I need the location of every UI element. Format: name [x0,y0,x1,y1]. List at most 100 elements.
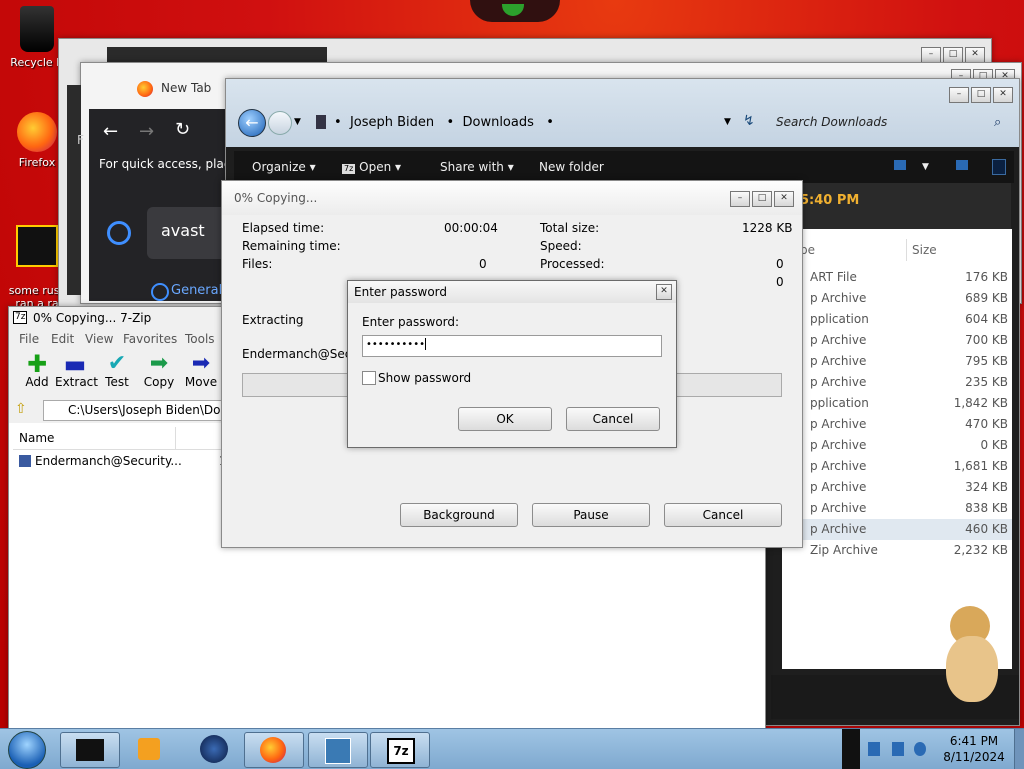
table-row[interactable]: p Archive 689 KB [782,288,1012,309]
pause-button[interactable]: Pause [532,503,650,527]
taskbar-item-7zip[interactable]: 7z [370,732,430,768]
table-row[interactable]: p Archive 470 KB [782,414,1012,435]
minimize-icon[interactable]: – [949,87,969,103]
tray-expand-icon[interactable] [842,729,860,769]
table-row[interactable]: p Archive 1,681 KB [782,456,1012,477]
browser-search-input[interactable]: avast [147,207,229,259]
table-row[interactable]: pplication 604 KB [782,309,1012,330]
search-downloads-input[interactable]: Search Downloads [776,115,887,129]
ok-button[interactable]: OK [458,407,552,431]
search-icon: ⌕ [994,115,1002,130]
menu-favorites[interactable]: Favorites [123,329,177,349]
help-icon[interactable] [992,159,1006,175]
taskbar-item-terminal[interactable] [60,732,120,768]
file-size: 0 KB [980,438,1008,452]
view-icon[interactable] [894,160,906,170]
volume-icon[interactable] [914,742,926,756]
file-type: p Archive [810,480,867,494]
taskbar-item-firefox[interactable] [244,732,304,768]
menu-view[interactable]: View [85,329,113,349]
show-desktop-button[interactable] [1014,729,1024,769]
file-type: pplication [810,312,869,326]
search-icon [151,283,169,301]
preview-pane-icon[interactable] [956,160,968,170]
menu-edit[interactable]: Edit [51,329,74,349]
back-button-icon[interactable]: ← [238,109,266,137]
forward-button-icon[interactable] [268,111,292,135]
taskbar-clock[interactable]: 6:41 PM 8/11/2024 [938,733,1010,765]
test-icon: ✔ [107,351,127,376]
cancel-button[interactable]: Cancel [664,503,782,527]
network-icon[interactable] [892,742,904,756]
browser-left-edge [67,85,81,295]
show-password-label[interactable]: Show password [378,371,471,385]
password-cancel-button[interactable]: Cancel [566,407,660,431]
background-button[interactable]: Background [400,503,518,527]
menu-tools[interactable]: Tools [185,329,215,349]
organize-label: Organize [252,160,306,174]
history-chevron-icon[interactable]: ▼ [294,117,301,127]
globe-icon[interactable] [200,735,228,763]
add-button[interactable]: ✚ Add [17,352,57,389]
firefox-icon [260,737,286,763]
password-input[interactable]: •••••••••• [362,335,662,357]
file-type: p Archive [810,459,867,473]
folder-up-icon[interactable]: ⇧ [15,401,33,417]
file-size: 1,681 KB [953,459,1008,473]
hamster-gadget[interactable] [940,606,1002,706]
close-icon[interactable]: ✕ [965,47,985,63]
maximize-icon[interactable]: □ [752,191,772,207]
refresh-icon[interactable]: ↯ [743,113,755,129]
minimize-icon[interactable]: – [921,47,941,63]
column-size-header[interactable]: Size [912,239,937,261]
table-row[interactable]: p Archive 235 KB [782,372,1012,393]
address-dropdown-icon[interactable]: ▼ [724,117,731,127]
extract-button[interactable]: ▬ Extract [55,352,98,389]
close-icon[interactable]: ✕ [774,191,794,207]
close-icon[interactable]: ✕ [656,284,672,300]
forward-arrow-icon[interactable]: → [139,121,154,142]
tab-general[interactable]: General [171,283,222,298]
taskbar-item-explorer[interactable] [308,732,368,768]
table-row[interactable]: p Archive 0 KB [782,435,1012,456]
back-arrow-icon[interactable]: ← [103,121,118,142]
table-row[interactable]: pplication 1,842 KB [782,393,1012,414]
view-dropdown-icon[interactable]: ▼ [922,151,929,183]
copy-button[interactable]: ➡ Copy [139,353,179,390]
move-button[interactable]: ➡ Move [181,353,221,390]
organize-button[interactable]: Organize ▾ [252,151,316,183]
7zip-icon: 7z [387,738,415,764]
table-row[interactable]: p Archive 795 KB [782,351,1012,372]
add-label: Add [25,375,49,389]
breadcrumb-joseph-biden[interactable]: Joseph Biden [350,115,434,130]
password-titlebar: Enter password ✕ [348,281,676,303]
start-button-icon[interactable] [8,731,46,769]
extract-label: Extract [55,375,98,389]
share-with-button[interactable]: Share with ▾ [440,151,514,183]
table-row[interactable]: p Archive 700 KB [782,330,1012,351]
table-row[interactable]: ART File 176 KB [782,267,1012,288]
move-label: Move [184,375,218,389]
table-row[interactable]: p Archive 324 KB [782,477,1012,498]
list-item[interactable]: Endermanch@Security... 1 [13,451,233,471]
open-button[interactable]: 7z Open ▾ [342,151,401,183]
table-row[interactable]: Zip Archive 2,232 KB [782,540,1012,561]
minimize-icon[interactable]: – [730,191,750,207]
new-folder-button[interactable]: New folder [539,151,604,183]
elapsed-value: 00:00:04 [444,221,498,235]
show-password-checkbox[interactable] [362,371,376,385]
browser-tab-title[interactable]: New Tab [161,81,211,95]
column-name-header[interactable]: Name [19,427,54,449]
reload-icon[interactable]: ↻ [175,119,190,140]
media-player-icon[interactable] [138,738,160,760]
menu-file[interactable]: File [19,329,39,349]
action-center-icon[interactable] [868,742,880,756]
close-icon[interactable]: ✕ [993,87,1013,103]
maximize-icon[interactable]: □ [943,47,963,63]
table-row[interactable]: p Archive 838 KB [782,498,1012,519]
breadcrumb-downloads[interactable]: Downloads [462,115,533,130]
table-row[interactable]: p Archive 460 KB [782,519,1012,540]
file-size: 470 KB [965,417,1008,431]
maximize-icon[interactable]: □ [971,87,991,103]
test-button[interactable]: ✔ Test [97,351,137,390]
